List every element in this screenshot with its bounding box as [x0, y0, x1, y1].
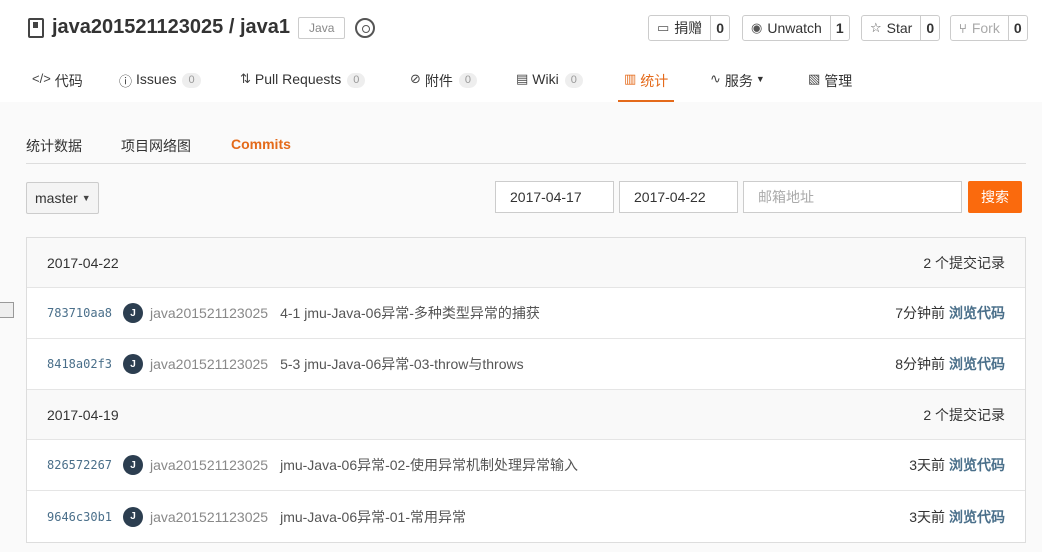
commit-row: 9646c30b1 J java201521123025 jmu-Java-06… [27, 491, 1025, 542]
star-icon: ☆ [870, 20, 882, 35]
commit-message[interactable]: 4-1 jmu-Java-06异常-多种类型异常的捕获 [280, 303, 895, 323]
commit-message[interactable]: jmu-Java-06异常-01-常用异常 [280, 507, 909, 527]
commit-sha[interactable]: 826572267 [47, 458, 123, 472]
avatar[interactable]: J [123, 303, 143, 323]
browse-code-link[interactable]: 浏览代码 [949, 455, 1005, 475]
commit-group-header: 2017-04-19 2 个提交记录 [27, 390, 1025, 440]
tab-attachments-label: 附件 [424, 73, 453, 89]
issue-icon: ⓘ [119, 74, 133, 89]
search-button[interactable]: 搜索 [968, 181, 1022, 213]
commit-group-header: 2017-04-22 2 个提交记录 [27, 238, 1025, 288]
tab-code[interactable]: </> 代码 [32, 62, 83, 102]
tab-wiki[interactable]: ▤ Wiki 0 [516, 62, 583, 102]
repo-icon [28, 17, 44, 38]
eye-icon: ◉ [751, 20, 763, 35]
issues-count: 0 [182, 73, 201, 88]
pulse-icon: ∿ [710, 71, 721, 86]
start-date-input[interactable]: 2017-04-17 [495, 181, 614, 213]
pull-requests-count: 0 [347, 73, 366, 88]
group-date: 2017-04-19 [47, 406, 119, 423]
code-icon: </> [32, 71, 51, 86]
commit-sha[interactable]: 8418a02f3 [47, 357, 123, 371]
pull-request-icon: ⇅ [240, 71, 251, 86]
commit-time: 7分钟前 [895, 305, 945, 321]
browse-code-link[interactable]: 浏览代码 [949, 303, 1005, 323]
commit-author[interactable]: java201521123025 [150, 305, 268, 321]
subnav-statistics[interactable]: 统计数据 [26, 136, 82, 156]
commit-row: 8418a02f3 J java201521123025 5-3 jmu-Jav… [27, 339, 1025, 390]
side-checkbox[interactable] [0, 302, 14, 318]
commit-message[interactable]: 5-3 jmu-Java-06异常-03-throw与throws [280, 354, 895, 374]
language-badge[interactable]: Java [298, 16, 346, 39]
commit-author[interactable]: java201521123025 [150, 457, 268, 473]
avatar[interactable]: J [123, 354, 143, 374]
commit-time: 8分钟前 [895, 356, 945, 372]
browse-code-link[interactable]: 浏览代码 [949, 354, 1005, 374]
repo-header: java201521123025 / java1 Java ▭ 捐赠 0 ◉ Unw… [0, 0, 1042, 102]
donate-label: 捐赠 [674, 20, 703, 36]
commit-sha[interactable]: 9646c30b1 [47, 510, 123, 524]
tab-services[interactable]: ∿ 服务 ▼ [710, 62, 765, 102]
group-count: 2 个提交记录 [923, 406, 1005, 423]
commit-time: 3天前 [909, 508, 945, 525]
wiki-icon: ▤ [516, 71, 529, 86]
donate-icon: ▭ [657, 20, 670, 35]
stats-subnav: 统计数据 项目网络图 Commits [26, 130, 1026, 164]
commit-sha[interactable]: 783710aa8 [47, 306, 123, 320]
chevron-down-icon: ▼ [755, 74, 765, 84]
tab-code-label: 代码 [54, 73, 83, 89]
attachment-icon: ⊘ [410, 71, 421, 86]
repo-title-bar: java201521123025 / java1 Java [28, 16, 376, 39]
commit-author[interactable]: java201521123025 [150, 509, 268, 525]
unwatch-label: Unwatch [767, 20, 822, 36]
attachments-count: 0 [458, 73, 478, 88]
tab-issues-label: Issues [136, 71, 177, 87]
end-date-input[interactable]: 2017-04-22 [619, 181, 738, 213]
avatar[interactable]: J [123, 506, 143, 527]
unwatch-button[interactable]: ◉ Unwatch 1 [742, 15, 850, 41]
branch-value: master [35, 190, 78, 206]
tab-services-label: 服务 [724, 73, 753, 89]
star-label: Star [886, 20, 913, 36]
donate-button[interactable]: ▭ 捐赠 0 [648, 15, 731, 41]
tab-manage[interactable]: ▧ 管理 [808, 62, 852, 102]
email-input[interactable]: 邮箱地址 [743, 181, 962, 213]
tab-issues[interactable]: ⓘ Issues 0 [119, 62, 201, 102]
tab-stats[interactable]: ▥ 统计 [618, 62, 675, 102]
watch-count: 1 [829, 16, 849, 40]
group-count: 2 个提交记录 [923, 254, 1005, 271]
repo-name[interactable]: java201521123025 / java1 [52, 16, 290, 39]
chart-icon: ▥ [624, 71, 637, 86]
tab-wiki-label: Wiki [532, 71, 559, 87]
fork-icon: ⑂ [959, 20, 967, 36]
avatar[interactable]: J [123, 455, 143, 475]
browse-code-link[interactable]: 浏览代码 [949, 507, 1005, 527]
tab-pull-requests[interactable]: ⇅ Pull Requests 0 [240, 62, 366, 102]
recommend-badge-icon [355, 17, 376, 38]
caret-down-icon: ▼ [81, 193, 91, 203]
commit-time: 3天前 [909, 457, 945, 473]
donate-count: 0 [710, 16, 729, 40]
group-date: 2017-04-22 [47, 254, 119, 271]
tab-stats-label: 统计 [640, 73, 669, 89]
star-count: 0 [920, 16, 939, 40]
subnav-commits[interactable]: Commits [231, 136, 291, 152]
fork-label: Fork [971, 20, 1000, 36]
wiki-count: 0 [564, 73, 583, 88]
commit-row: 783710aa8 J java201521123025 4-1 jmu-Jav… [27, 288, 1025, 339]
commit-row: 826572267 J java201521123025 jmu-Java-06… [27, 440, 1025, 491]
star-button[interactable]: ☆ Star 0 [861, 15, 941, 41]
settings-doc-icon: ▧ [808, 71, 821, 86]
commit-message[interactable]: jmu-Java-06异常-02-使用异常机制处理异常输入 [280, 455, 909, 475]
fork-count: 0 [1007, 16, 1027, 40]
subnav-network-graph[interactable]: 项目网络图 [121, 136, 191, 156]
tab-attachments[interactable]: ⊘ 附件 0 [410, 62, 478, 102]
commit-author[interactable]: java201521123025 [150, 356, 268, 372]
fork-button[interactable]: ⑂ Fork 0 [950, 15, 1028, 41]
commit-list: 2017-04-22 2 个提交记录 783710aa8 J java20152… [26, 237, 1026, 543]
branch-select[interactable]: master ▼ [26, 182, 99, 214]
tab-pull-requests-label: Pull Requests [254, 71, 342, 87]
tab-manage-label: 管理 [824, 73, 853, 89]
